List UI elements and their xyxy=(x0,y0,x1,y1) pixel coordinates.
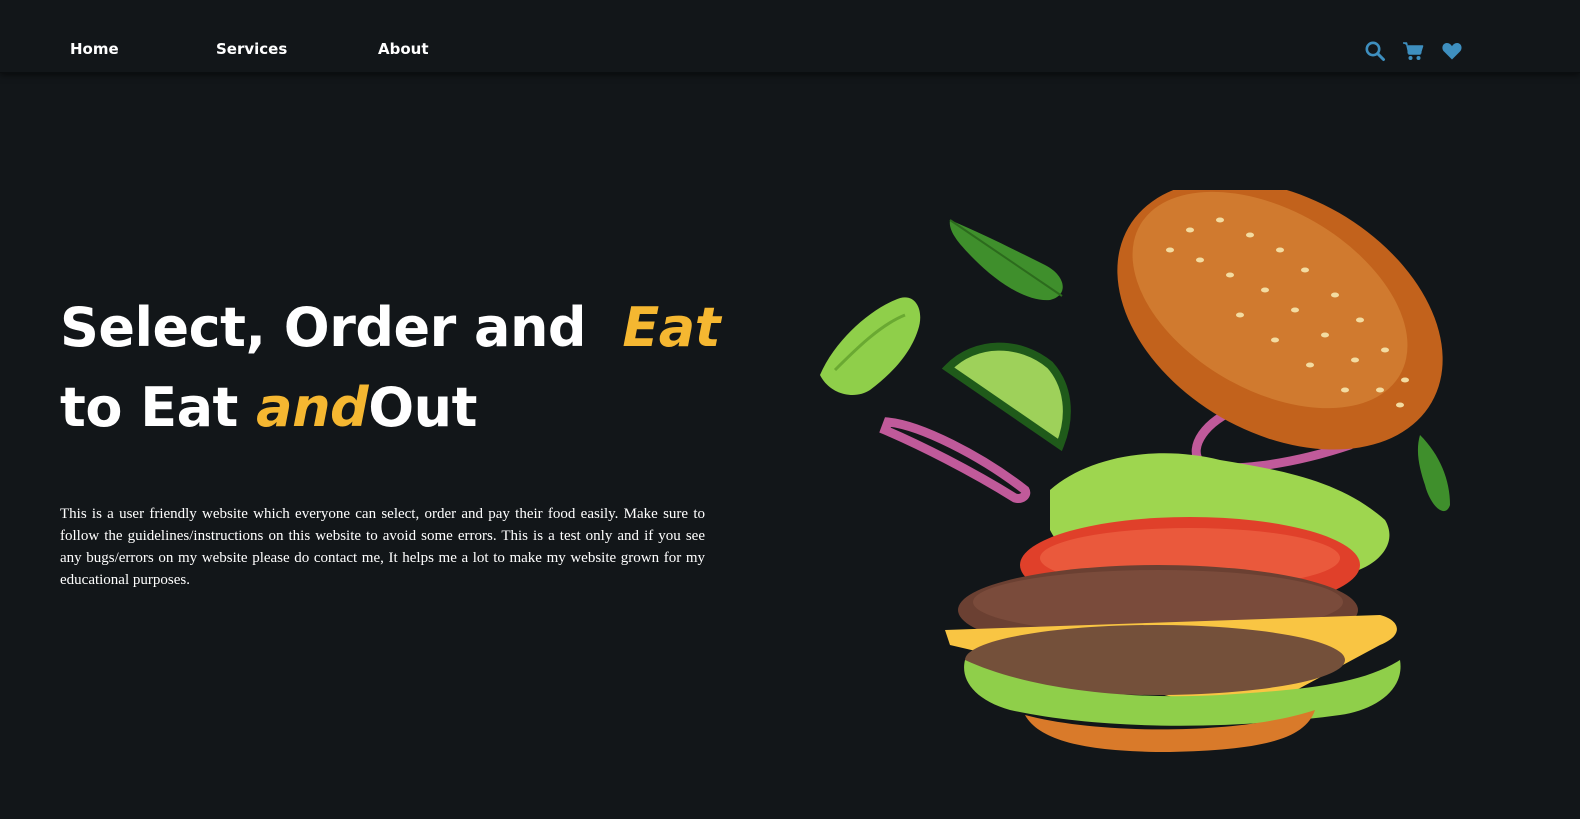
hero-title-line1: Select, Order and xyxy=(60,296,587,359)
floating-cucumber xyxy=(941,342,1071,452)
hero-description: This is a user friendly website which ev… xyxy=(60,506,705,588)
nav-link-services[interactable]: Services xyxy=(216,40,287,58)
hero-title-accent-and: and xyxy=(256,376,369,439)
floating-arugula xyxy=(949,219,1063,301)
hero-title: Select, Order and Eat to Eat andOut xyxy=(60,288,721,448)
floating-lettuce-left xyxy=(820,297,921,395)
hero-title-accent-eat: Eat xyxy=(622,296,721,359)
heart-icon[interactable] xyxy=(1441,40,1463,62)
cart-icon[interactable] xyxy=(1402,40,1424,62)
nav-link-about[interactable]: About xyxy=(378,40,429,58)
burger-image xyxy=(820,190,1450,752)
navbar: Home Services About xyxy=(0,0,1580,73)
hero-title-line2: to Eat xyxy=(60,376,238,439)
search-icon[interactable] xyxy=(1364,40,1386,62)
floating-arugula-right xyxy=(1417,435,1450,512)
hero-title-line2-end: Out xyxy=(368,376,477,439)
floating-onion-left xyxy=(879,417,1031,503)
nav-link-home[interactable]: Home xyxy=(70,40,119,58)
